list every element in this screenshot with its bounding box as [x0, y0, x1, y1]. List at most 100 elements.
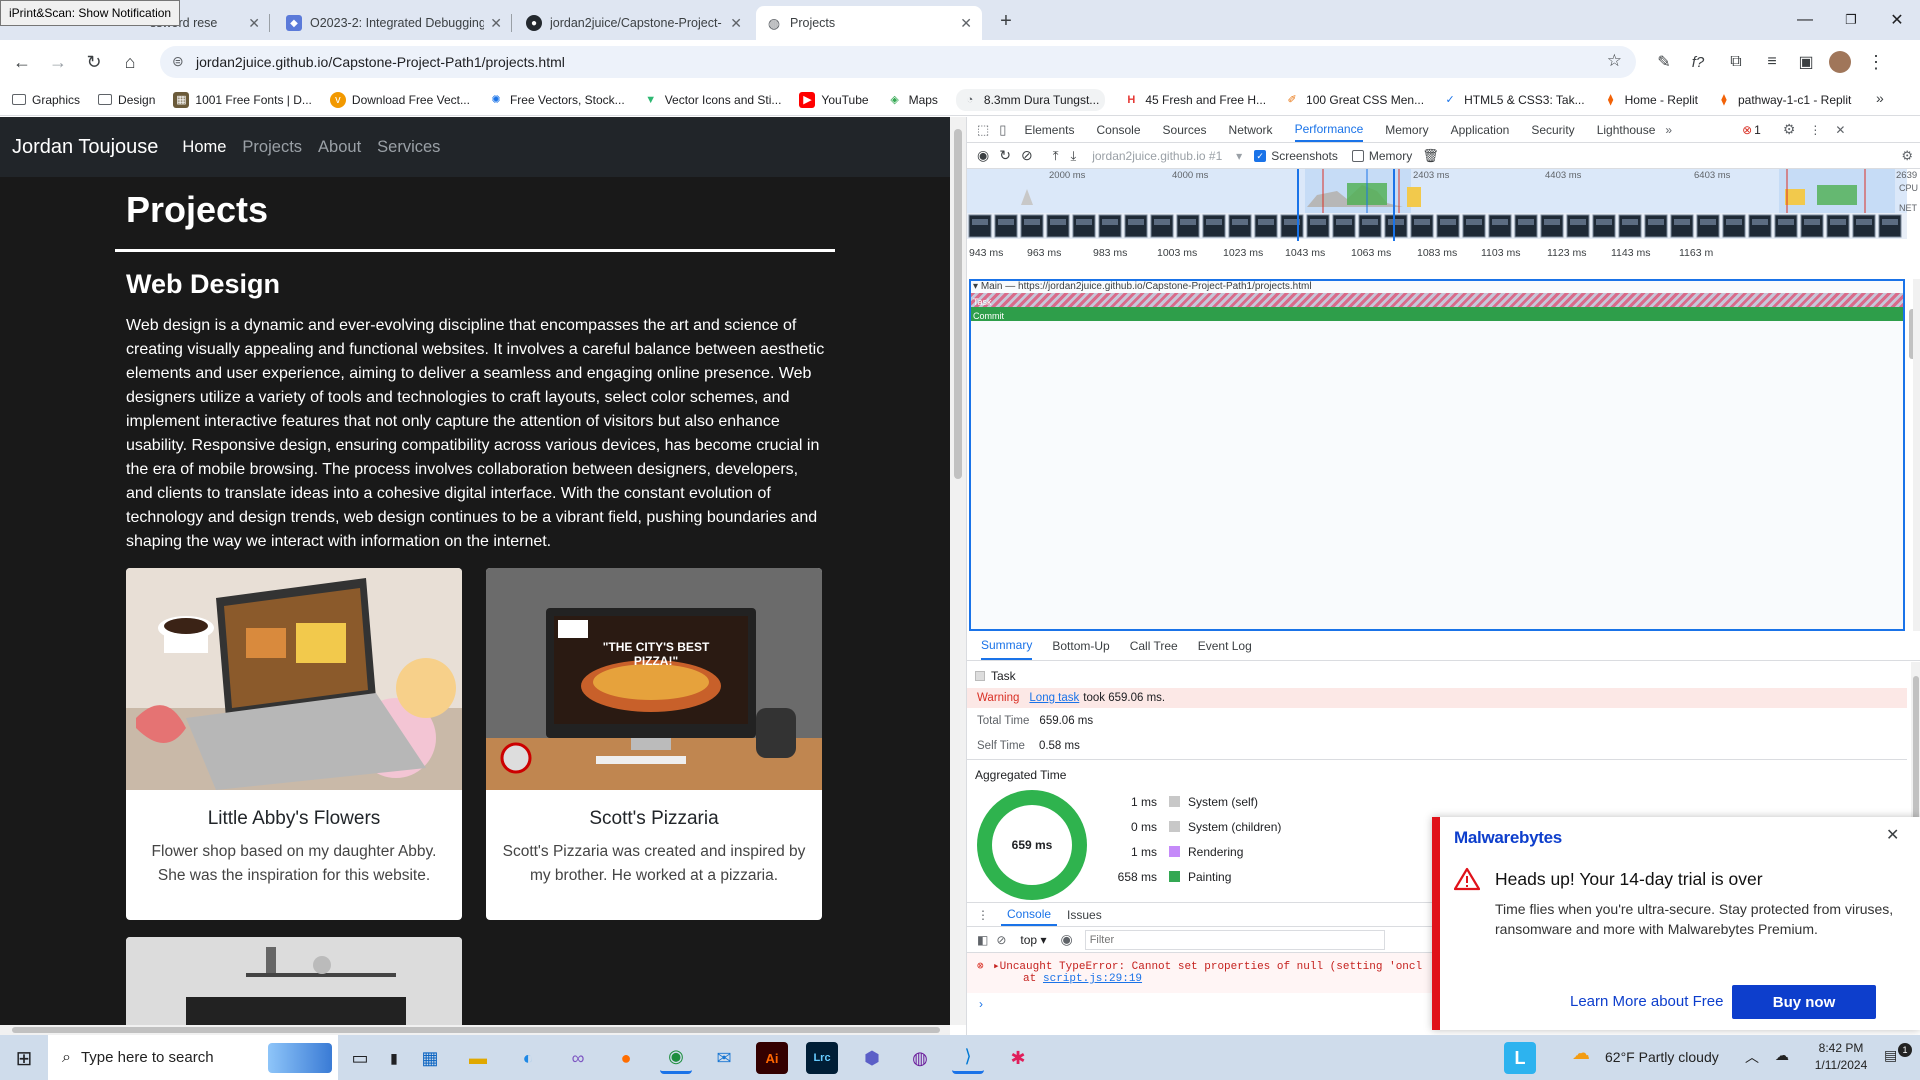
tab-summary[interactable]: Summary [981, 631, 1033, 660]
pen-extension-icon[interactable]: ✎ [1650, 48, 1678, 76]
page-scrollbar[interactable] [950, 117, 966, 1025]
back-arrow-icon[interactable]: ← [8, 48, 36, 76]
menu-dots-icon[interactable]: ⋮ [1862, 48, 1890, 76]
screenshot-thumbnail[interactable] [994, 214, 1018, 238]
home-icon[interactable]: ⌂ [116, 48, 144, 76]
screenshot-thumbnail[interactable] [1618, 214, 1642, 238]
expand-arrow-icon[interactable]: ▸ [993, 961, 1000, 973]
screenshot-thumbnail[interactable] [1150, 214, 1174, 238]
close-icon[interactable]: ✕ [1886, 825, 1899, 845]
error-count[interactable]: 1 [1754, 123, 1761, 137]
tab-lighthouse[interactable]: Lighthouse [1597, 123, 1656, 137]
drawer-menu-icon[interactable]: ⋮ [977, 908, 989, 922]
teams-icon[interactable]: ⬢ [856, 1042, 888, 1074]
bookmark[interactable]: ▦ 1001 Free Fonts | D... [173, 91, 312, 108]
bookmark[interactable]: ✓ HTML5 & CSS3: Tak... [1442, 92, 1585, 108]
tray-chevron-icon[interactable]: ︿ [1745, 1047, 1759, 1067]
side-panel-icon[interactable]: ▣ [1792, 48, 1820, 76]
store-icon[interactable]: ▦ [414, 1042, 446, 1074]
scrollbar-thumb[interactable] [12, 1027, 940, 1033]
upload-icon[interactable]: ⤒ [1053, 148, 1059, 164]
screenshot-thumbnail[interactable] [1020, 214, 1044, 238]
download-icon[interactable]: ⤓ [1070, 148, 1076, 164]
forward-arrow-icon[interactable]: → [44, 48, 72, 76]
settings-gear-icon[interactable]: ⚙ [1783, 121, 1796, 138]
nav-home[interactable]: Home [182, 138, 226, 157]
screenshot-thumbnail[interactable] [1774, 214, 1798, 238]
screenshot-thumbnail[interactable] [1098, 214, 1122, 238]
nav-projects[interactable]: Projects [242, 138, 302, 157]
browser-tab[interactable]: ◆ O2023-2: Integrated Debugging ✕ [276, 6, 512, 40]
screenshot-thumbnail[interactable] [1280, 214, 1304, 238]
bookmark[interactable]: ✺ Free Vectors, Stock... [488, 92, 624, 108]
screenshot-thumbnail[interactable] [1332, 214, 1356, 238]
memory-checkbox[interactable] [1351, 149, 1364, 162]
capture-settings-icon[interactable]: ⚙ [1901, 148, 1913, 164]
lightroom-icon[interactable]: Lrc [806, 1042, 838, 1074]
screenshot-thumbnail[interactable] [1176, 214, 1200, 238]
screenshot-thumbnail[interactable] [1644, 214, 1668, 238]
screenshot-thumbnail[interactable] [1852, 214, 1876, 238]
clear-console-icon[interactable]: ⊘ [996, 933, 1006, 947]
bookmark-folder[interactable]: Design [98, 93, 155, 107]
bookmark[interactable]: ◔ 8.3mm Dura Tungst... [955, 88, 1106, 111]
screenshot-thumbnail[interactable] [1696, 214, 1720, 238]
firefox-icon[interactable]: ● [610, 1042, 642, 1074]
close-window-button[interactable]: ✕ [1874, 0, 1920, 40]
screenshot-thumbnail[interactable] [1254, 214, 1278, 238]
trash-icon[interactable]: 🗑 [1422, 148, 1439, 164]
windows-start-icon[interactable]: ⊞ [8, 1042, 40, 1074]
close-tab-icon[interactable]: ✕ [730, 15, 742, 32]
screenshot-thumbnail[interactable] [1436, 214, 1460, 238]
timeline-overview[interactable]: 2000 ms 4000 ms 2403 ms 4403 ms 6403 ms … [967, 169, 1920, 279]
learn-more-link[interactable]: Learn More about Free [1570, 993, 1723, 1010]
app-icon[interactable]: ◍ [904, 1042, 936, 1074]
long-task-bar[interactable]: Task [971, 293, 1903, 307]
scrollbar-thumb[interactable] [1913, 676, 1919, 826]
bookmark[interactable]: ⧫ Home - Replit [1603, 92, 1698, 108]
screenshot-thumbnail[interactable] [1878, 214, 1902, 238]
tab-bottom-up[interactable]: Bottom-Up [1052, 639, 1109, 653]
screenshot-thumbnail[interactable] [1540, 214, 1564, 238]
screenshots-checkbox[interactable]: ✓ [1254, 149, 1267, 162]
site-brand[interactable]: Jordan Toujouse [12, 136, 158, 159]
screenshot-thumbnail[interactable] [1228, 214, 1252, 238]
horizontal-scrollbar[interactable] [0, 1025, 950, 1035]
address-bar[interactable]: ⊜ jordan2juice.github.io/Capstone-Projec… [160, 46, 1636, 78]
close-tab-icon[interactable]: ✕ [248, 15, 260, 32]
long-task-link[interactable]: Long task [1029, 692, 1079, 704]
clear-icon[interactable]: ⊘ [1021, 147, 1033, 164]
browser-tab[interactable]: ● jordan2juice/Capstone-Project- ✕ [516, 6, 752, 40]
screenshot-thumbnail[interactable] [1670, 214, 1694, 238]
clock[interactable]: 8:42 PM 1/11/2024 [1806, 1040, 1876, 1074]
bookmark[interactable]: ▼ Vector Icons and Sti... [643, 92, 781, 108]
widgets-icon[interactable]: ▮ [378, 1042, 410, 1074]
screenshot-thumbnail[interactable] [1202, 214, 1226, 238]
flame-scroll-track[interactable] [1913, 279, 1920, 631]
screenshot-thumbnail[interactable] [1046, 214, 1070, 238]
project-card[interactable]: Little Abby's Flowers Flower shop based … [126, 568, 462, 920]
mail-icon[interactable]: ✉ [708, 1042, 740, 1074]
snip-icon[interactable]: ∞ [562, 1042, 594, 1074]
close-tab-icon[interactable]: ✕ [960, 15, 972, 32]
browser-tab-active[interactable]: ◍ Projects ✕ [756, 6, 982, 40]
minimize-button[interactable]: — [1782, 0, 1828, 40]
bookmark[interactable]: ◈ Maps [887, 92, 938, 108]
tab-network[interactable]: Network [1229, 123, 1273, 137]
devtools-menu-icon[interactable]: ⋮ [1809, 123, 1821, 137]
screenshot-thumbnail[interactable] [1722, 214, 1746, 238]
console-filter-input[interactable] [1084, 929, 1385, 950]
screenshot-thumbnail[interactable] [968, 214, 992, 238]
bookmark-star-icon[interactable]: ☆ [1607, 51, 1622, 71]
commit-bar[interactable]: Commit [971, 307, 1903, 321]
screenshot-thumbnail[interactable] [1072, 214, 1096, 238]
screenshot-thumbnail[interactable] [1748, 214, 1772, 238]
screenshot-thumbnail[interactable] [1566, 214, 1590, 238]
tab-memory[interactable]: Memory [1385, 123, 1428, 137]
project-card[interactable]: "THE CITY'S BEST PIZZA!" Scott's Pizzari… [486, 568, 822, 920]
more-tabs-icon[interactable]: » [1665, 123, 1672, 137]
reload-record-icon[interactable]: ↻ [999, 147, 1011, 164]
weather-text[interactable]: 62°F Partly cloudy [1605, 1049, 1719, 1065]
reload-icon[interactable]: ↻ [80, 48, 108, 76]
screenshot-thumbnail[interactable] [1462, 214, 1486, 238]
